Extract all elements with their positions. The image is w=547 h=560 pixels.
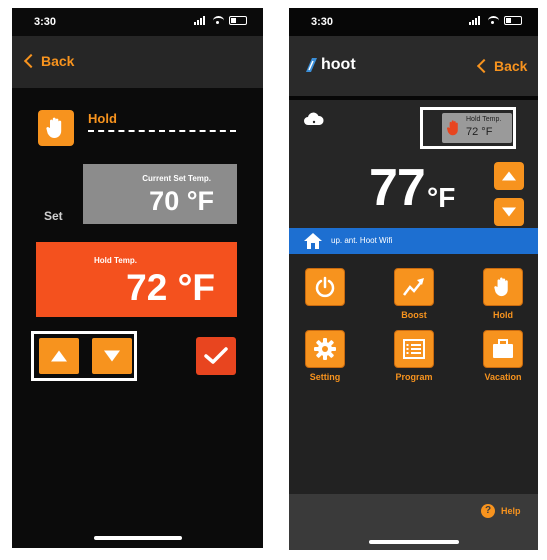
home-icon: [304, 233, 322, 249]
back-label: Back: [41, 53, 75, 69]
program-button[interactable]: [394, 330, 434, 368]
bottom-bar: ? Help: [289, 494, 538, 550]
boost-label: Boost: [401, 310, 427, 320]
help-label: Help: [501, 506, 521, 516]
home-indicator: [93, 536, 182, 540]
vacation-label: Vacation: [484, 372, 522, 382]
right-phone-screen: 3:30 hoot Back Hold Temp. 72 °F 77 °F up…: [289, 8, 538, 550]
cloud-wifi-icon: [304, 112, 324, 125]
status-time: 3:30: [34, 16, 57, 28]
wifi-icon: [213, 16, 224, 25]
arrow-down-icon: [104, 350, 120, 362]
decrease-temp-button[interactable]: [494, 198, 524, 226]
home-indicator: [368, 540, 459, 544]
back-button[interactable]: Back: [23, 53, 75, 69]
increase-temp-button[interactable]: [39, 338, 79, 374]
current-temperature: 77: [369, 159, 426, 217]
hoot-logo: hoot: [303, 56, 356, 74]
hold-hand-button[interactable]: [38, 110, 74, 146]
arrow-up-icon: [51, 350, 67, 362]
set-label: Set: [44, 209, 63, 223]
nav-bar: Back: [12, 36, 263, 88]
trend-up-icon: [403, 278, 424, 296]
hold-badge[interactable]: Hold Temp. 72 °F: [442, 113, 512, 143]
hold-badge-value: 72 °F: [466, 126, 493, 138]
schedule-list-icon: [403, 339, 425, 359]
arrow-up-icon: [502, 171, 516, 181]
action-grid: Boost Hold Setting Program Vacation: [289, 254, 538, 506]
current-set-temp-box: Current Set Temp. 70 °F: [83, 164, 237, 224]
hold-label: Hold: [88, 111, 117, 126]
hold-temp-label: Hold Temp.: [94, 256, 137, 265]
status-bar: 3:30: [12, 8, 263, 36]
chevron-left-icon: [23, 53, 39, 69]
wifi-banner: up. ant. Hoot Wifi: [289, 228, 538, 254]
hold-temp-value: 72 °F: [126, 267, 215, 308]
signal-icon: [469, 16, 483, 25]
hoot-logo-icon: [306, 58, 317, 72]
current-set-temp-value: 70 °F: [149, 186, 214, 216]
help-icon: ?: [481, 504, 495, 518]
battery-icon: [504, 16, 522, 25]
hold-button[interactable]: [483, 268, 523, 306]
hand-icon: [447, 120, 458, 136]
hand-icon: [494, 277, 508, 297]
status-icons: [469, 16, 522, 25]
help-button[interactable]: ? Help: [481, 504, 521, 518]
wifi-icon: [488, 16, 499, 25]
decrease-temp-button[interactable]: [92, 338, 132, 374]
power-icon: [315, 276, 335, 298]
boost-button[interactable]: [394, 268, 434, 306]
gear-icon: [314, 338, 336, 360]
hoot-logo-text: hoot: [321, 56, 356, 73]
back-button[interactable]: Back: [476, 58, 528, 74]
hold-badge-label: Hold Temp.: [466, 116, 502, 123]
hold-label: Hold: [493, 310, 513, 320]
current-set-temp-label: Current Set Temp.: [142, 174, 211, 183]
suitcase-icon: [493, 339, 513, 358]
hold-dashed-line: [88, 130, 236, 132]
hand-icon: [46, 117, 62, 138]
signal-icon: [194, 16, 208, 25]
setting-label: Setting: [309, 372, 341, 382]
chevron-left-icon: [476, 58, 492, 74]
program-label: Program: [395, 372, 433, 382]
status-bar: 3:30: [289, 8, 538, 36]
battery-icon: [229, 16, 247, 25]
status-time: 3:30: [311, 16, 334, 28]
vacation-button[interactable]: [483, 330, 523, 368]
temperature-panel: Hold Temp. 72 °F 77 °F: [289, 100, 538, 232]
increase-temp-button[interactable]: [494, 162, 524, 190]
checkmark-icon: [204, 347, 228, 364]
left-phone-screen: 3:30 Back Hold Set Current Set Temp. 70 …: [12, 8, 263, 548]
back-label: Back: [494, 58, 528, 74]
nav-bar: hoot Back: [289, 36, 538, 96]
wifi-banner-text: up. ant. Hoot Wifi: [331, 236, 393, 245]
setting-button[interactable]: [305, 330, 345, 368]
status-icons: [194, 16, 247, 25]
arrow-down-icon: [502, 207, 516, 217]
confirm-button[interactable]: [196, 337, 236, 375]
hold-temp-box: Hold Temp. 72 °F: [36, 242, 237, 317]
power-button[interactable]: [305, 268, 345, 306]
temperature-unit: °F: [427, 182, 456, 213]
